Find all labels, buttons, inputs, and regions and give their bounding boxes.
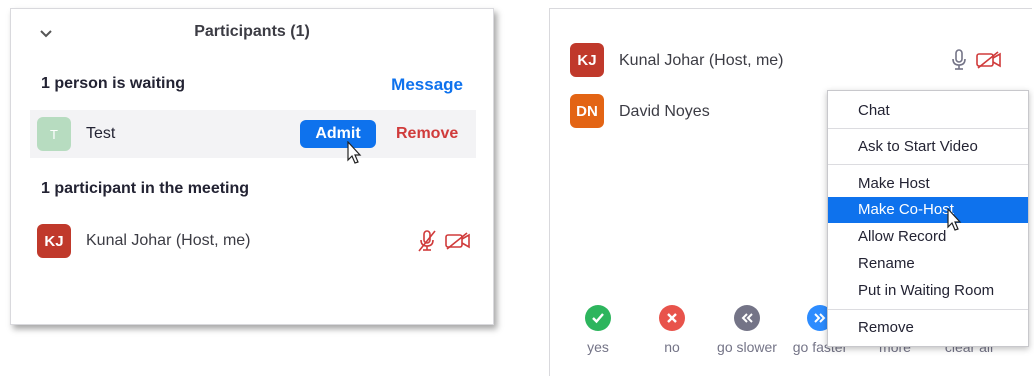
avatar: DN [570,94,604,128]
message-button[interactable]: Message [391,75,463,95]
participant-row[interactable]: KJ Kunal Johar (Host, me) [37,222,477,262]
reaction-yes-button[interactable]: yes [563,305,633,355]
participant-name: Test [86,125,116,142]
participants-panel: Participants (1) 1 person is waiting Mes… [10,8,494,325]
menu-item-make-co-host[interactable]: Make Co-Host [828,197,1028,223]
video-off-icon[interactable] [445,232,471,250]
menu-item-ask-to-start-video[interactable]: Ask to Start Video [828,134,1028,160]
menu-divider [828,128,1028,129]
participant-name: Kunal Johar (Host, me) [619,52,784,69]
remove-button[interactable]: Remove [396,125,458,143]
mouse-pointer-icon [947,208,962,231]
in-meeting-header: 1 participant in the meeting [41,180,250,197]
video-off-icon[interactable] [976,51,1002,69]
waiting-room-header: 1 person is waiting [41,75,186,92]
menu-item-put-in-waiting-room[interactable]: Put in Waiting Room [828,278,1028,304]
mouse-pointer-icon [347,141,362,164]
reaction-label: yes [587,339,609,355]
panel-title: Participants (1) [194,23,310,40]
x-icon [659,305,685,331]
microphone-muted-icon[interactable] [417,229,437,253]
participant-row[interactable]: DN David Noyes [570,94,870,130]
avatar: KJ [570,43,604,77]
reaction-go-slower-button[interactable]: go slower [712,305,782,355]
admit-button[interactable]: Admit [300,120,376,148]
waiting-participant-row: T Test Admit Remove [30,110,476,158]
avatar: T [37,117,71,151]
menu-divider [828,164,1028,165]
microphone-icon[interactable] [950,48,968,72]
participant-context-menu: Chat Ask to Start Video Make Host Make C… [827,90,1029,347]
participant-name: Kunal Johar (Host, me) [86,232,251,249]
menu-item-make-host[interactable]: Make Host [828,171,1028,197]
menu-item-chat[interactable]: Chat [828,98,1028,124]
rewind-icon [734,305,760,331]
avatar: KJ [37,224,71,258]
participant-row[interactable]: KJ Kunal Johar (Host, me) [570,43,1010,79]
check-icon [585,305,611,331]
reaction-label: go slower [717,339,777,355]
reaction-no-button[interactable]: no [637,305,707,355]
menu-item-allow-record[interactable]: Allow Record [828,224,1028,250]
menu-item-rename[interactable]: Rename [828,251,1028,277]
participant-name: David Noyes [619,103,710,120]
menu-item-remove[interactable]: Remove [828,315,1028,341]
reaction-label: no [664,339,680,355]
menu-divider [828,309,1028,310]
